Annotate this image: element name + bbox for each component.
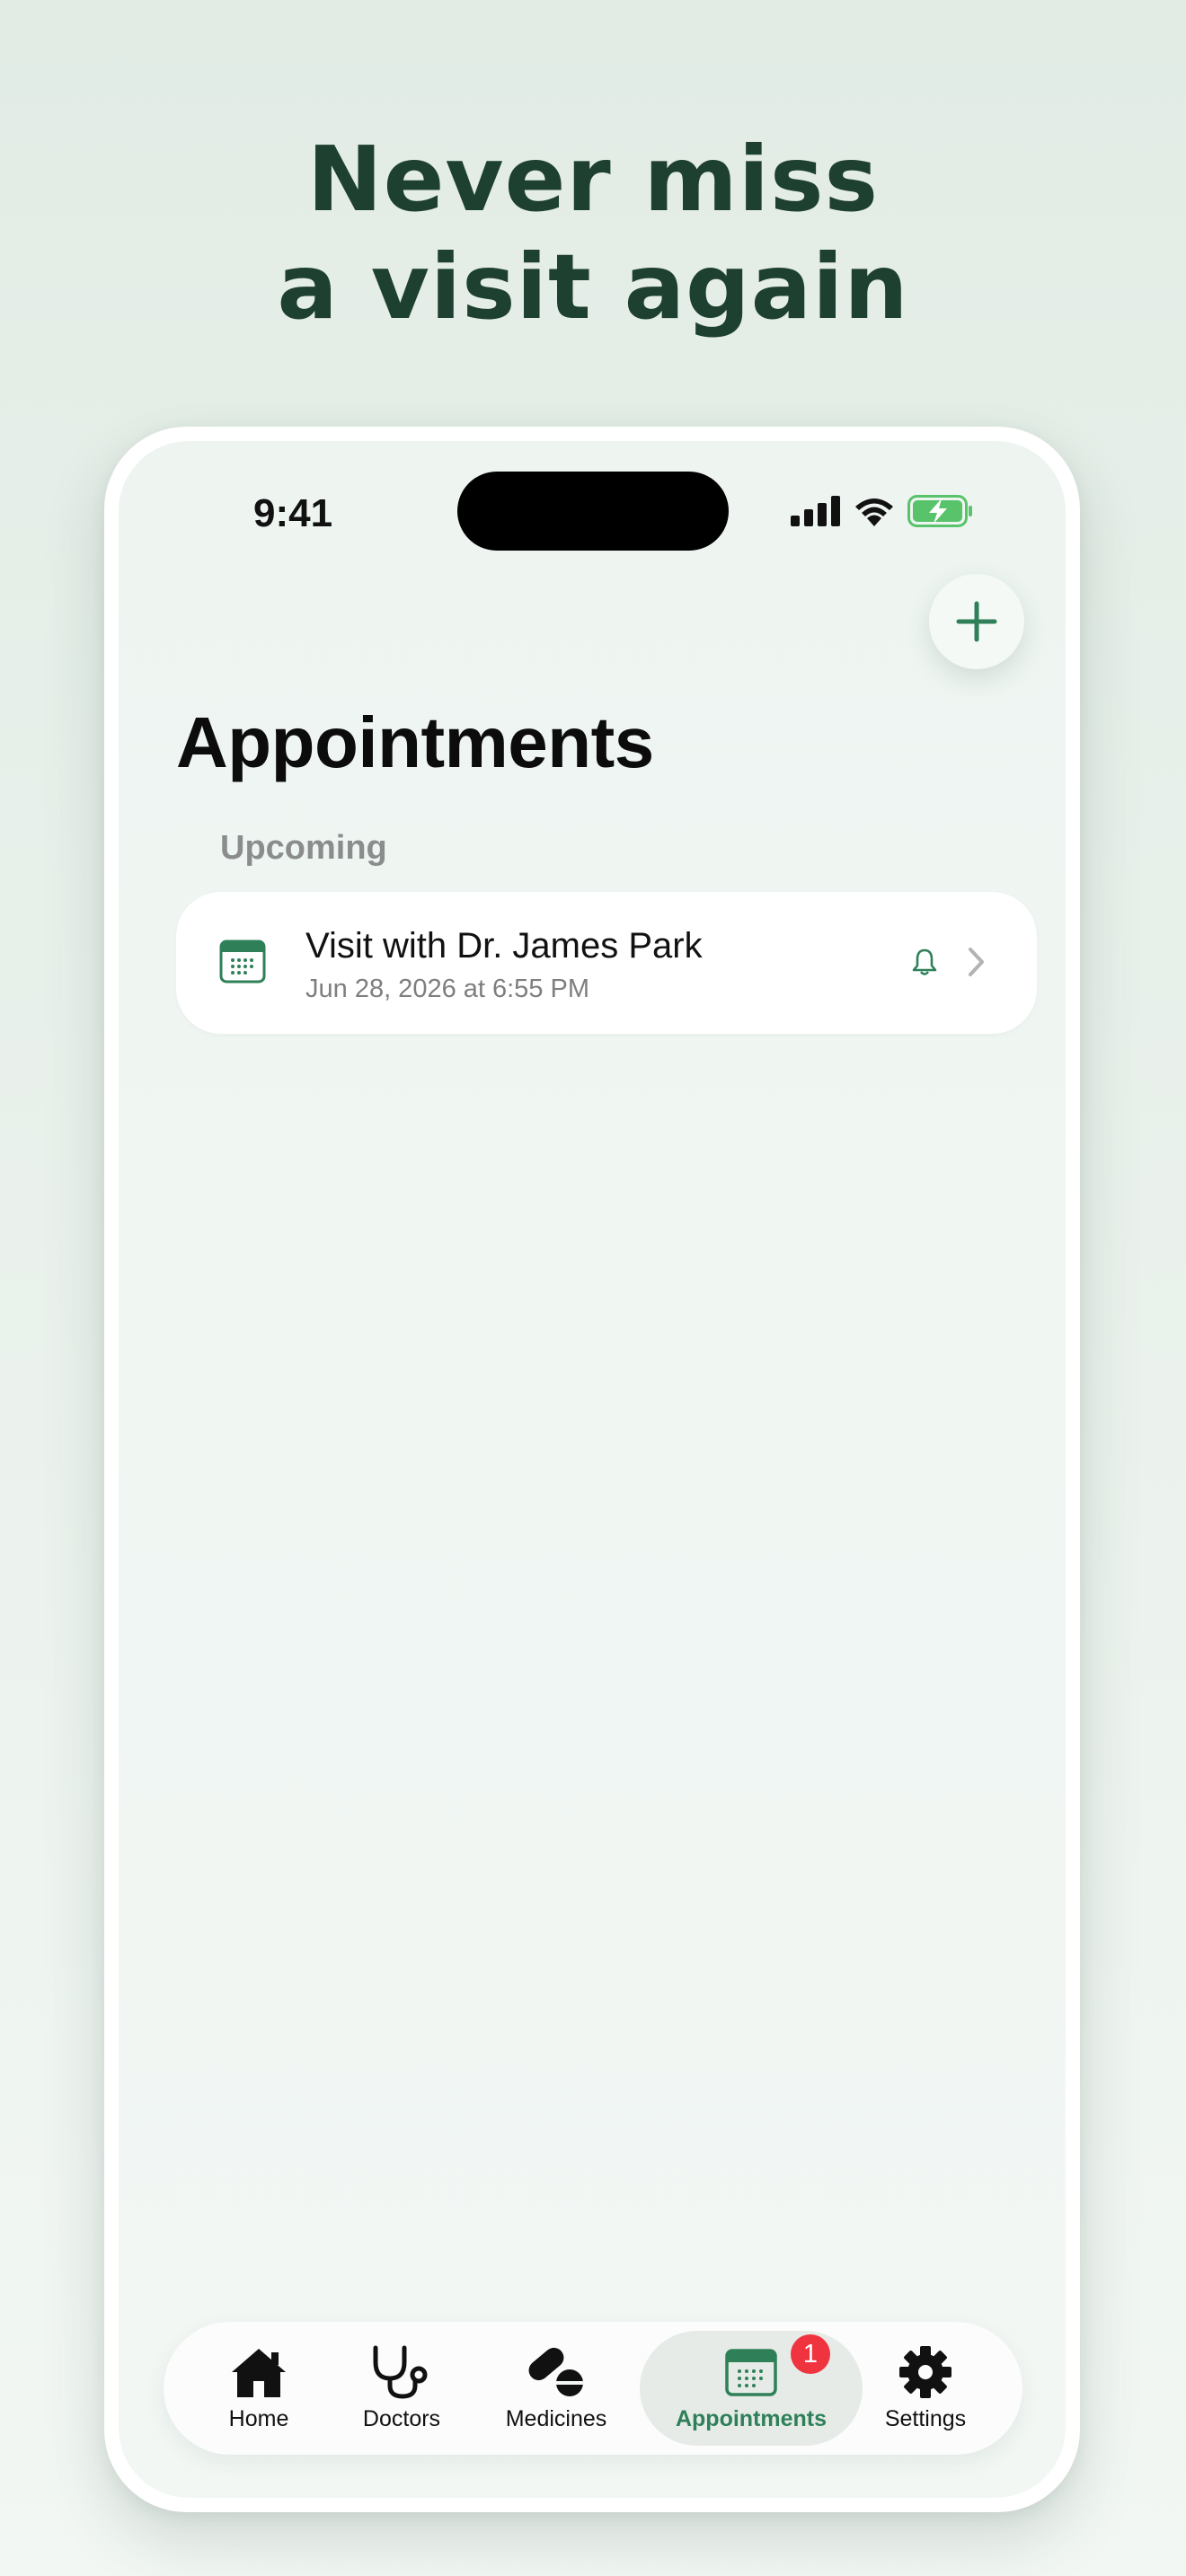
calendar-icon: [219, 940, 266, 984]
appointment-row[interactable]: Visit with Dr. James Park Jun 28, 2026 a…: [176, 892, 1037, 1034]
bell-icon: [912, 948, 937, 975]
headline-line-1: Never miss: [306, 127, 880, 232]
app-screen: 9:41 Appointments Upcoming Visit with Dr…: [119, 441, 1066, 2498]
headline-line-2: a visit again: [277, 234, 909, 340]
status-time: 9:41: [253, 491, 333, 535]
add-appointment-button[interactable]: [929, 574, 1024, 669]
tab-label: Doctors: [362, 2406, 441, 2431]
tab-medicines[interactable]: Medicines: [498, 2322, 615, 2455]
tab-label: Settings: [884, 2406, 967, 2431]
tab-settings[interactable]: Settings: [875, 2322, 976, 2455]
status-icons: [791, 495, 974, 527]
battery-charging-icon: [907, 495, 972, 527]
tab-label: Medicines: [505, 2406, 607, 2431]
phone-frame: 9:41 Appointments Upcoming Visit with Dr…: [104, 427, 1080, 2512]
signal-icon: [791, 496, 840, 526]
notification-badge: 1: [791, 2334, 830, 2374]
appointment-datetime: Jun 28, 2026 at 6:55 PM: [305, 975, 589, 1003]
plus-icon: [956, 601, 997, 642]
tab-label: Home: [228, 2406, 289, 2431]
pills-icon: [528, 2347, 584, 2396]
wifi-icon: [855, 498, 893, 526]
page-title: Appointments: [176, 702, 654, 782]
tab-doctors[interactable]: Doctors: [343, 2322, 460, 2455]
house-icon: [232, 2349, 286, 2397]
tab-bar: Home Doctors Medicines Appointments 1 Se…: [164, 2322, 1022, 2455]
tab-appointments[interactable]: Appointments 1: [659, 2322, 843, 2455]
chevron-right-icon: [969, 948, 984, 976]
calendar-icon: [725, 2349, 777, 2396]
appointment-title: Visit with Dr. James Park: [305, 926, 703, 966]
tab-label: Appointments: [675, 2406, 828, 2431]
dynamic-island: [457, 472, 729, 551]
gear-icon: [899, 2346, 951, 2398]
section-header-upcoming: Upcoming: [220, 829, 387, 867]
marketing-headline: Never miss a visit again: [0, 126, 1186, 341]
tab-home[interactable]: Home: [208, 2322, 309, 2455]
stethoscope-icon: [373, 2345, 428, 2399]
